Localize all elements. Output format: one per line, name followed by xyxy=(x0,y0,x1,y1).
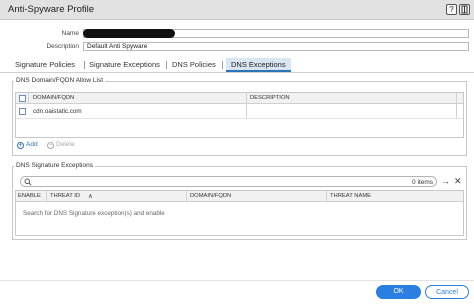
select-all-checkbox[interactable] xyxy=(19,95,26,102)
name-label: Name xyxy=(61,30,79,37)
signature-exceptions-table: ENABLE THREAT ID ∧ DOMAIN/FQDN THREAT NA… xyxy=(15,190,464,236)
row-domain: cdn.oaistatic.com xyxy=(33,108,82,115)
column-divider xyxy=(186,191,187,202)
tab-dns-exceptions[interactable]: DNS Exceptions xyxy=(226,58,291,72)
tab-signature-policies[interactable]: Signature Policies xyxy=(15,58,75,72)
empty-state-message: Search for DNS Signature exception(s) an… xyxy=(23,210,165,217)
item-count: 0 items xyxy=(412,179,433,186)
allow-list-legend: DNS Domain/FQDN Allow List xyxy=(14,77,106,84)
search-icon xyxy=(24,178,32,186)
help-icon[interactable]: ? xyxy=(446,4,457,15)
window-title: Anti-Spyware Profile xyxy=(8,4,95,15)
column-header-threat-id[interactable]: THREAT ID xyxy=(50,193,80,199)
column-divider xyxy=(46,191,47,202)
delete-button[interactable]: − Delete xyxy=(47,141,75,149)
tab-divider xyxy=(0,72,474,73)
redaction-mark xyxy=(83,29,175,38)
column-divider xyxy=(28,93,29,104)
plus-icon: + xyxy=(17,142,24,149)
minus-icon: − xyxy=(47,142,54,149)
sort-ascending-icon[interactable]: ∧ xyxy=(88,192,93,200)
window-titlebar: Anti-Spyware Profile ? xyxy=(0,0,474,20)
table-header xyxy=(16,93,463,104)
tab-separator xyxy=(222,61,223,69)
tab-signature-exceptions[interactable]: Signature Exceptions xyxy=(89,58,160,72)
maximize-icon[interactable] xyxy=(459,4,470,15)
tab-separator xyxy=(166,61,167,69)
allow-list-table: DOMAIN/FQDN DESCRIPTION cdn.oaistatic.co… xyxy=(15,92,464,138)
signature-exceptions-legend: DNS Signature Exceptions xyxy=(14,162,95,169)
column-header-domain[interactable]: DOMAIN/FQDN xyxy=(33,95,74,101)
table-header xyxy=(16,191,463,202)
column-header-threat-name[interactable]: THREAT NAME xyxy=(330,193,371,199)
arrow-right-icon[interactable]: → xyxy=(441,177,450,186)
add-button[interactable]: + Add xyxy=(17,141,38,149)
column-header-domain[interactable]: DOMAIN/FQDN xyxy=(190,193,231,199)
tab-separator xyxy=(84,61,85,69)
table-row[interactable]: cdn.oaistatic.com xyxy=(16,105,463,119)
column-header-description[interactable]: DESCRIPTION xyxy=(250,95,290,101)
search-input[interactable]: 0 items xyxy=(20,176,437,187)
footer-divider xyxy=(0,280,474,281)
description-field[interactable]: Default Anti Spyware xyxy=(83,42,469,51)
row-checkbox[interactable] xyxy=(19,108,26,115)
ok-button[interactable]: OK xyxy=(376,285,421,299)
description-label: Description xyxy=(46,43,79,50)
column-divider xyxy=(326,191,327,202)
column-header-enable[interactable]: ENABLE xyxy=(18,193,41,199)
cancel-button[interactable]: Cancel xyxy=(425,285,469,299)
tab-dns-policies[interactable]: DNS Policies xyxy=(172,58,216,72)
clear-icon[interactable]: ✕ xyxy=(454,177,462,186)
